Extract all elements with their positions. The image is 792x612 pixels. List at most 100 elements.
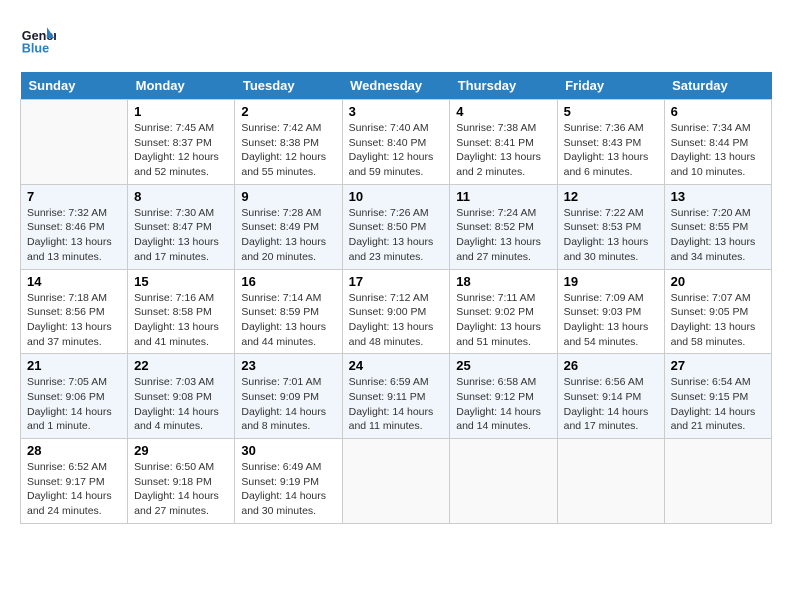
- day-cell: 13Sunrise: 7:20 AM Sunset: 8:55 PM Dayli…: [664, 184, 771, 269]
- day-header-friday: Friday: [557, 72, 664, 100]
- day-number: 23: [241, 358, 335, 373]
- day-number: 10: [349, 189, 444, 204]
- day-number: 24: [349, 358, 444, 373]
- day-header-saturday: Saturday: [664, 72, 771, 100]
- day-info: Sunrise: 7:09 AM Sunset: 9:03 PM Dayligh…: [564, 291, 658, 350]
- day-header-tuesday: Tuesday: [235, 72, 342, 100]
- day-cell: 26 Sunrise: 6:56 AM Sunset: 9:14 PM Dayli…: [557, 354, 664, 439]
- day-cell: 20 Sunrise: 7:07 AM Sunset: 9:05 PM Dayli…: [664, 269, 771, 354]
- day-header-monday: Monday: [128, 72, 235, 100]
- day-info: Sunrise: 7:45 AM Sunset: 8:37 PM Dayligh…: [134, 121, 228, 180]
- day-info: Sunrise: 7:40 AM Sunset: 8:40 PM Dayligh…: [349, 121, 444, 180]
- day-number: 22: [134, 358, 228, 373]
- day-number: 15: [134, 274, 228, 289]
- day-cell: [557, 439, 664, 524]
- day-cell: 2 Sunrise: 7:42 AM Sunset: 8:38 PM Daylig…: [235, 100, 342, 185]
- day-info: Sunrise: 7:34 AM Sunset: 8:44 PM Dayligh…: [671, 121, 765, 180]
- day-number: 5: [564, 104, 658, 119]
- day-info: Sunrise: 7:12 AM Sunset: 9:00 PM Dayligh…: [349, 291, 444, 350]
- day-info: Sunrise: 7:26 AM Sunset: 8:50 PM Dayligh…: [349, 206, 444, 265]
- day-cell: 25Sunrise: 6:58 AM Sunset: 9:12 PM Dayli…: [450, 354, 557, 439]
- day-number: 4: [456, 104, 550, 119]
- day-number: 28: [27, 443, 121, 458]
- day-cell: 21 Sunrise: 7:05 AM Sunset: 9:06 PM Dayli…: [21, 354, 128, 439]
- day-cell: 27Sunrise: 6:54 AM Sunset: 9:15 PM Dayli…: [664, 354, 771, 439]
- day-number: 3: [349, 104, 444, 119]
- day-number: 27: [671, 358, 765, 373]
- logo: General Blue: [20, 20, 56, 56]
- week-row-3: 14 Sunrise: 7:18 AM Sunset: 8:56 PM Dayli…: [21, 269, 772, 354]
- day-info: Sunrise: 7:07 AM Sunset: 9:05 PM Dayligh…: [671, 291, 765, 350]
- day-cell: 7 Sunrise: 7:32 AM Sunset: 8:46 PM Daylig…: [21, 184, 128, 269]
- day-cell: 4 Sunrise: 7:38 AM Sunset: 8:41 PM Daylig…: [450, 100, 557, 185]
- day-cell: 18 Sunrise: 7:11 AM Sunset: 9:02 PM Dayli…: [450, 269, 557, 354]
- day-info: Sunrise: 7:14 AM Sunset: 8:59 PM Dayligh…: [241, 291, 335, 350]
- week-row-5: 28 Sunrise: 6:52 AM Sunset: 9:17 PM Dayli…: [21, 439, 772, 524]
- header-row: SundayMondayTuesdayWednesdayThursdayFrid…: [21, 72, 772, 100]
- day-number: 18: [456, 274, 550, 289]
- day-info: Sunrise: 6:52 AM Sunset: 9:17 PM Dayligh…: [27, 460, 121, 519]
- day-cell: 22Sunrise: 7:03 AM Sunset: 9:08 PM Dayli…: [128, 354, 235, 439]
- day-info: Sunrise: 6:49 AM Sunset: 9:19 PM Dayligh…: [241, 460, 335, 519]
- day-cell: [664, 439, 771, 524]
- day-cell: 12 Sunrise: 7:22 AM Sunset: 8:53 PM Dayli…: [557, 184, 664, 269]
- day-number: 16: [241, 274, 335, 289]
- day-number: 6: [671, 104, 765, 119]
- day-cell: 24Sunrise: 6:59 AM Sunset: 9:11 PM Dayli…: [342, 354, 450, 439]
- day-header-wednesday: Wednesday: [342, 72, 450, 100]
- day-cell: 10 Sunrise: 7:26 AM Sunset: 8:50 PM Dayli…: [342, 184, 450, 269]
- day-cell: 11 Sunrise: 7:24 AM Sunset: 8:52 PM Dayli…: [450, 184, 557, 269]
- day-number: 14: [27, 274, 121, 289]
- day-info: Sunrise: 7:36 AM Sunset: 8:43 PM Dayligh…: [564, 121, 658, 180]
- day-number: 19: [564, 274, 658, 289]
- day-cell: 3 Sunrise: 7:40 AM Sunset: 8:40 PM Daylig…: [342, 100, 450, 185]
- day-cell: 29 Sunrise: 6:50 AM Sunset: 9:18 PM Dayli…: [128, 439, 235, 524]
- day-info: Sunrise: 7:42 AM Sunset: 8:38 PM Dayligh…: [241, 121, 335, 180]
- day-info: Sunrise: 7:11 AM Sunset: 9:02 PM Dayligh…: [456, 291, 550, 350]
- day-header-thursday: Thursday: [450, 72, 557, 100]
- week-row-1: 1 Sunrise: 7:45 AM Sunset: 8:37 PM Daylig…: [21, 100, 772, 185]
- day-header-sunday: Sunday: [21, 72, 128, 100]
- day-info: Sunrise: 7:32 AM Sunset: 8:46 PM Dayligh…: [27, 206, 121, 265]
- day-cell: 5 Sunrise: 7:36 AM Sunset: 8:43 PM Daylig…: [557, 100, 664, 185]
- day-cell: 16 Sunrise: 7:14 AM Sunset: 8:59 PM Dayli…: [235, 269, 342, 354]
- day-number: 21: [27, 358, 121, 373]
- day-cell: 9Sunrise: 7:28 AM Sunset: 8:49 PM Daylig…: [235, 184, 342, 269]
- day-cell: 19 Sunrise: 7:09 AM Sunset: 9:03 PM Dayli…: [557, 269, 664, 354]
- week-row-2: 7 Sunrise: 7:32 AM Sunset: 8:46 PM Daylig…: [21, 184, 772, 269]
- day-number: 2: [241, 104, 335, 119]
- day-number: 20: [671, 274, 765, 289]
- day-info: Sunrise: 7:01 AM Sunset: 9:09 PM Dayligh…: [241, 375, 335, 434]
- day-number: 7: [27, 189, 121, 204]
- day-number: 29: [134, 443, 228, 458]
- day-cell: 23 Sunrise: 7:01 AM Sunset: 9:09 PM Dayli…: [235, 354, 342, 439]
- day-number: 30: [241, 443, 335, 458]
- day-info: Sunrise: 7:28 AM Sunset: 8:49 PM Dayligh…: [241, 206, 335, 265]
- day-info: Sunrise: 7:30 AM Sunset: 8:47 PM Dayligh…: [134, 206, 228, 265]
- day-number: 8: [134, 189, 228, 204]
- day-info: Sunrise: 6:50 AM Sunset: 9:18 PM Dayligh…: [134, 460, 228, 519]
- day-number: 13: [671, 189, 765, 204]
- logo-icon: General Blue: [20, 20, 56, 56]
- day-cell: 14 Sunrise: 7:18 AM Sunset: 8:56 PM Dayli…: [21, 269, 128, 354]
- day-number: 11: [456, 189, 550, 204]
- day-info: Sunrise: 7:05 AM Sunset: 9:06 PM Dayligh…: [27, 375, 121, 434]
- day-cell: [21, 100, 128, 185]
- day-number: 1: [134, 104, 228, 119]
- day-info: Sunrise: 6:56 AM Sunset: 9:14 PM Dayligh…: [564, 375, 658, 434]
- day-info: Sunrise: 7:16 AM Sunset: 8:58 PM Dayligh…: [134, 291, 228, 350]
- day-cell: [342, 439, 450, 524]
- day-cell: 28 Sunrise: 6:52 AM Sunset: 9:17 PM Dayli…: [21, 439, 128, 524]
- day-info: Sunrise: 6:58 AM Sunset: 9:12 PM Dayligh…: [456, 375, 550, 434]
- page-header: General Blue: [20, 20, 772, 56]
- day-cell: 1 Sunrise: 7:45 AM Sunset: 8:37 PM Daylig…: [128, 100, 235, 185]
- svg-text:Blue: Blue: [22, 41, 49, 55]
- day-info: Sunrise: 7:18 AM Sunset: 8:56 PM Dayligh…: [27, 291, 121, 350]
- day-number: 26: [564, 358, 658, 373]
- day-info: Sunrise: 7:38 AM Sunset: 8:41 PM Dayligh…: [456, 121, 550, 180]
- day-number: 17: [349, 274, 444, 289]
- day-number: 12: [564, 189, 658, 204]
- day-info: Sunrise: 7:22 AM Sunset: 8:53 PM Dayligh…: [564, 206, 658, 265]
- day-cell: 17 Sunrise: 7:12 AM Sunset: 9:00 PM Dayli…: [342, 269, 450, 354]
- day-info: Sunrise: 7:24 AM Sunset: 8:52 PM Dayligh…: [456, 206, 550, 265]
